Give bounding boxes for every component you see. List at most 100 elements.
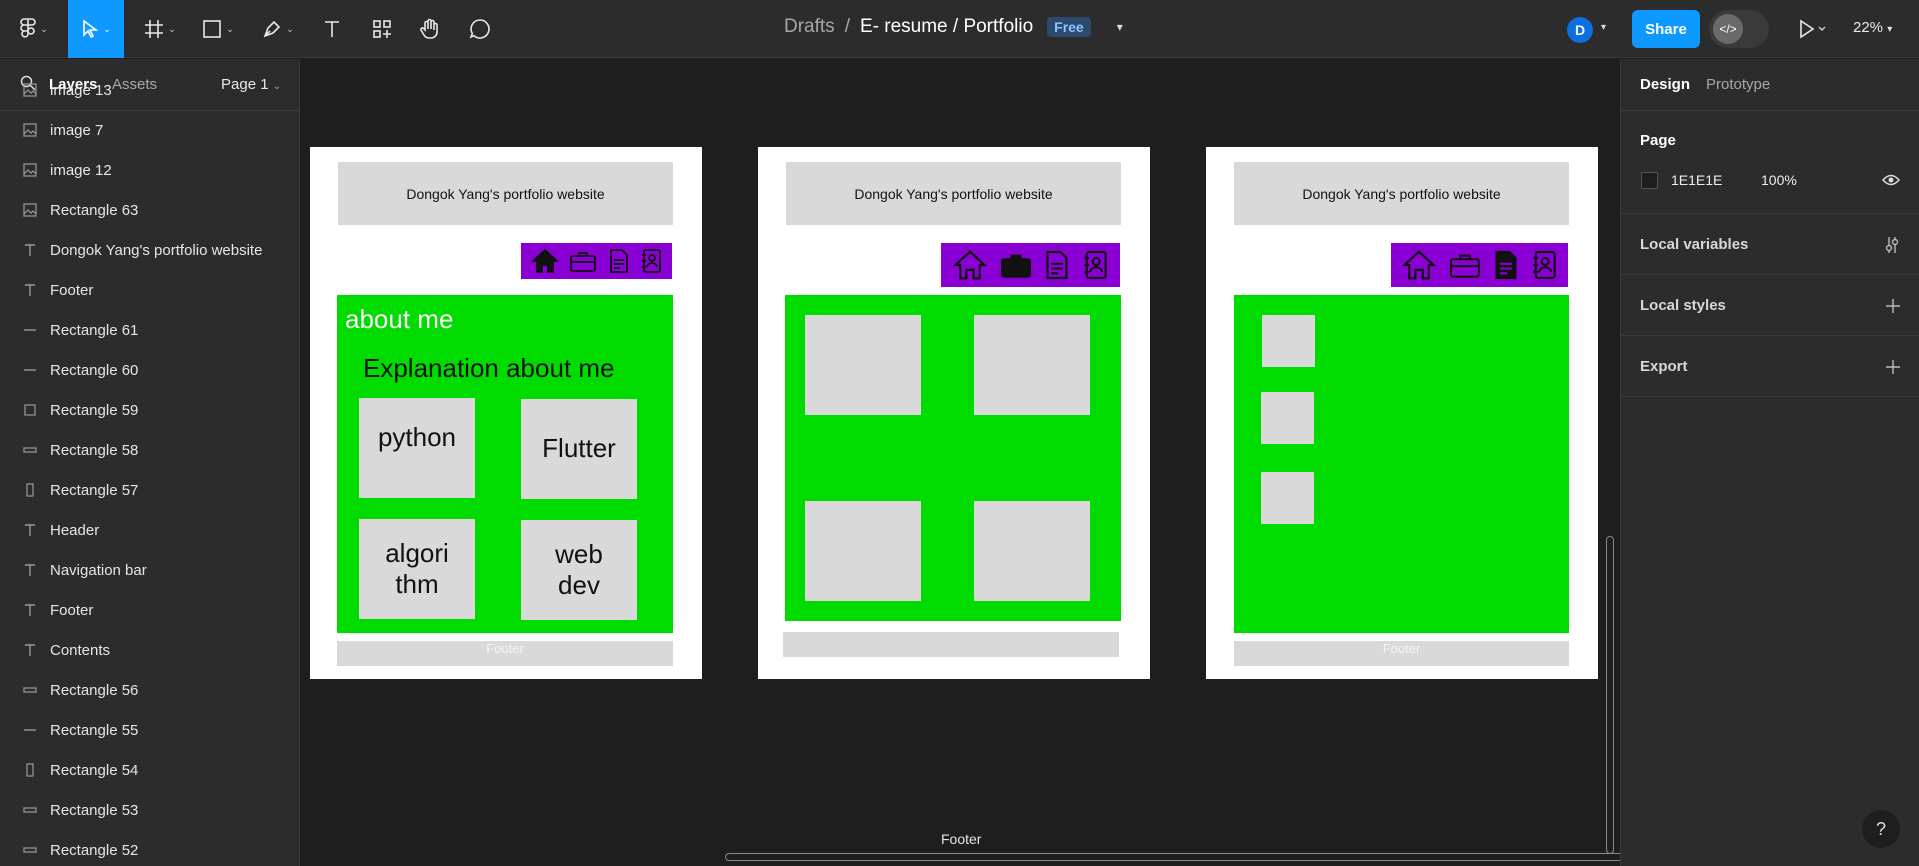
layer-row[interactable]: Rectangle 57: [0, 470, 299, 510]
layer-row[interactable]: Contents: [0, 630, 299, 670]
help-button[interactable]: ?: [1862, 810, 1900, 848]
code-icon: </>: [1713, 14, 1743, 44]
resume-item-thumbnail[interactable]: [1261, 472, 1314, 524]
question-mark-icon: ?: [1875, 818, 1886, 839]
hand-icon: [420, 18, 438, 39]
resume-item-thumbnail[interactable]: [1261, 392, 1314, 444]
skill-box-algorithm[interactable]: algori thm: [359, 519, 475, 619]
about-title: about me: [345, 304, 454, 334]
layer-row[interactable]: Navigation bar: [0, 550, 299, 590]
project-thumbnail[interactable]: [974, 501, 1090, 601]
resume-item-thumbnail[interactable]: [1262, 315, 1315, 367]
export-section[interactable]: Export: [1621, 336, 1919, 397]
layer-row[interactable]: Rectangle 52: [0, 830, 299, 866]
project-thumbnail[interactable]: [974, 315, 1090, 415]
horizontal-scrollbar[interactable]: [725, 853, 1620, 861]
frame-footer[interactable]: [783, 632, 1119, 657]
layer-row[interactable]: Rectangle 60: [0, 350, 299, 390]
layer-row[interactable]: Footer: [0, 270, 299, 310]
shape-tool-button[interactable]: ⌄: [196, 9, 240, 49]
wide-rectangle-icon: [22, 842, 38, 858]
layer-row[interactable]: Rectangle 59: [0, 390, 299, 430]
layer-row[interactable]: Header: [0, 510, 299, 550]
present-button[interactable]: [1798, 19, 1828, 44]
page-opacity[interactable]: 100%: [1761, 172, 1797, 188]
content-area[interactable]: about me Explanation about me python Flu…: [337, 295, 673, 633]
frame-resume[interactable]: Dongok Yang's portfolio website Footer: [1206, 147, 1598, 679]
text-tool-button[interactable]: [316, 9, 348, 49]
layer-row[interactable]: image 12: [0, 150, 299, 190]
pen-tool-button[interactable]: ⌄: [256, 9, 300, 49]
frame-about[interactable]: Dongok Yang's portfolio website about me…: [310, 147, 702, 679]
layer-row[interactable]: Rectangle 54: [0, 750, 299, 790]
layer-row[interactable]: Dongok Yang's portfolio website: [0, 230, 299, 270]
navigation-bar[interactable]: [521, 243, 672, 279]
avatar[interactable]: D: [1567, 17, 1593, 43]
frame-header[interactable]: Dongok Yang's portfolio website: [1234, 162, 1569, 225]
move-tool-button[interactable]: ⌄: [68, 0, 124, 58]
page-color-swatch[interactable]: [1641, 172, 1658, 189]
plus-icon[interactable]: [1885, 359, 1901, 375]
canvas[interactable]: Dongok Yang's portfolio website about me…: [300, 59, 1620, 866]
layer-name: Rectangle 58: [50, 441, 139, 459]
vertical-scrollbar[interactable]: [1606, 536, 1614, 854]
frame-tool-button[interactable]: ⌄: [138, 9, 182, 49]
layer-name: Rectangle 55: [50, 721, 139, 739]
navigation-bar[interactable]: [941, 243, 1120, 287]
plus-icon[interactable]: [1885, 298, 1901, 314]
resources-tool-button[interactable]: [366, 9, 398, 49]
share-button[interactable]: Share: [1632, 10, 1700, 48]
comment-tool-button[interactable]: [464, 9, 496, 49]
breadcrumb-folder[interactable]: Drafts: [784, 16, 835, 38]
skill-box-flutter[interactable]: Flutter: [521, 399, 637, 499]
chevron-down-icon: ▾: [1887, 24, 1893, 35]
hand-tool-button[interactable]: [414, 9, 446, 49]
chevron-down-icon: ⌄: [103, 23, 111, 34]
main-menu-button[interactable]: ⌄: [12, 9, 56, 49]
canvas-footer-label[interactable]: Footer: [941, 831, 981, 847]
tab-prototype[interactable]: Prototype: [1706, 76, 1770, 93]
content-area[interactable]: [785, 295, 1121, 621]
layer-row[interactable]: image 13: [0, 70, 299, 110]
skill-box-python[interactable]: python: [359, 398, 475, 498]
frame-footer[interactable]: Footer: [1234, 641, 1569, 666]
local-variables-section[interactable]: Local variables: [1621, 214, 1919, 275]
layer-row[interactable]: Rectangle 63: [0, 190, 299, 230]
image-icon: [22, 162, 38, 178]
zoom-control[interactable]: 22% ▾: [1853, 19, 1892, 36]
local-styles-section[interactable]: Local styles: [1621, 275, 1919, 336]
dev-mode-toggle[interactable]: </>: [1709, 10, 1769, 48]
page-section-title: Page: [1640, 132, 1676, 149]
project-thumbnail[interactable]: [805, 315, 921, 415]
plan-badge[interactable]: Free: [1047, 17, 1091, 37]
file-title[interactable]: E- resume / Portfolio: [860, 16, 1033, 38]
layer-row[interactable]: Rectangle 58: [0, 430, 299, 470]
layer-name: image 13: [50, 81, 112, 99]
layer-row[interactable]: Rectangle 56: [0, 670, 299, 710]
layer-name: Navigation bar: [50, 561, 147, 579]
content-area[interactable]: [1234, 295, 1569, 633]
layer-row[interactable]: Rectangle 53: [0, 790, 299, 830]
variables-icon[interactable]: [1884, 236, 1900, 254]
frame-header[interactable]: Dongok Yang's portfolio website: [786, 162, 1121, 225]
chevron-down-icon[interactable]: ▾: [1117, 20, 1123, 34]
layer-row[interactable]: Rectangle 55: [0, 710, 299, 750]
chevron-down-icon[interactable]: ▾: [1601, 22, 1606, 33]
eye-icon[interactable]: [1882, 173, 1900, 187]
layer-name: Rectangle 54: [50, 761, 139, 779]
layer-row[interactable]: image 7: [0, 110, 299, 150]
page-color-hex[interactable]: 1E1E1E: [1671, 172, 1722, 188]
frame-footer[interactable]: Footer: [337, 641, 673, 666]
wide-rectangle-icon: [22, 682, 38, 698]
tall-rectangle-icon: [22, 482, 38, 498]
layer-row[interactable]: Rectangle 61: [0, 310, 299, 350]
layer-row[interactable]: Footer: [0, 590, 299, 630]
comment-icon: [469, 19, 490, 39]
navigation-bar[interactable]: [1391, 243, 1568, 287]
skill-box-text: thm: [395, 569, 439, 599]
skill-box-web-dev[interactable]: web dev: [521, 520, 637, 620]
frame-projects[interactable]: Dongok Yang's portfolio website: [758, 147, 1150, 679]
project-thumbnail[interactable]: [805, 501, 921, 601]
frame-header[interactable]: Dongok Yang's portfolio website: [338, 162, 673, 225]
tab-design[interactable]: Design: [1640, 76, 1690, 93]
